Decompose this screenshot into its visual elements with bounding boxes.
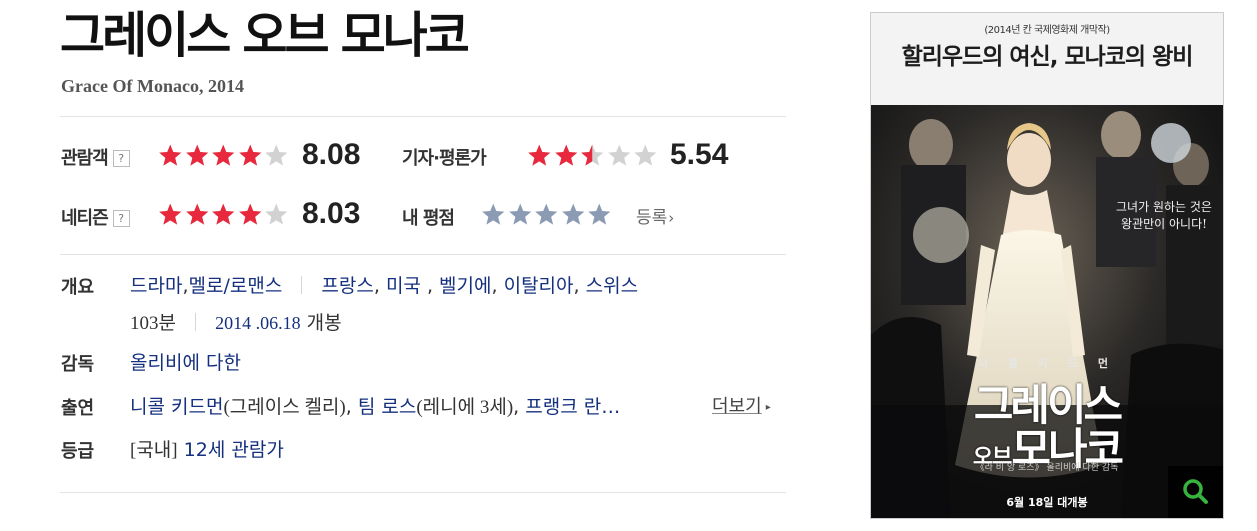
cast-role: (레니에 3세) — [416, 397, 514, 418]
audience-label-text: 관람객 — [61, 148, 109, 169]
separator — [195, 313, 197, 331]
star-icon — [607, 144, 630, 166]
cast-role: (그레이스 켈리) — [223, 397, 346, 418]
star-icon — [212, 203, 235, 225]
poster-quote-line: 왕관만이 아니다! — [1121, 217, 1207, 231]
help-icon[interactable]: ? — [112, 210, 130, 227]
movie-poster[interactable]: (2014년 칸 국제영화제 개막작) 할리우드의 여신, 모나코의 왕비 그녀… — [870, 12, 1224, 519]
genre-link[interactable]: 드라마 — [130, 275, 182, 297]
chevron-right-icon: › — [668, 209, 675, 227]
movie-title: 그레이스 오브 모나코 — [60, 7, 470, 64]
star-icon[interactable] — [507, 202, 534, 226]
grade-row: [국내] 12세 관람가 — [130, 435, 284, 462]
poster-tagline: 할리우드의 여신, 모나코의 왕비 — [901, 44, 1194, 70]
star-icon — [554, 144, 577, 166]
poster-top-note: (2014년 칸 국제영화제 개막작) — [984, 25, 1110, 36]
country-link[interactable]: 벨기에 — [439, 275, 491, 297]
cast-label: 출연 — [61, 398, 95, 419]
star-icon — [212, 144, 235, 166]
movie-subtitle: Grace Of Monaco, 2014 — [61, 76, 244, 96]
audience-rating-label: 관람객? — [61, 144, 130, 170]
star-icon — [185, 144, 208, 166]
poster-quote-line: 그녀가 원하는 것은 — [1116, 200, 1212, 214]
overview-runtime-release: 103분 2014 .06.18 개봉 — [130, 308, 342, 335]
star-icon — [185, 203, 208, 225]
critics-score: 5.54 — [670, 138, 729, 171]
divider — [60, 254, 786, 255]
genre-link[interactable]: 멜로/로맨스 — [189, 275, 283, 297]
cast-member-link[interactable]: 프랭크 란… — [525, 396, 620, 418]
star-icon[interactable] — [480, 202, 507, 226]
more-label: 더보기 — [712, 396, 762, 417]
my-rating-label: 내 평점 — [402, 208, 455, 229]
netizen-score: 8.03 — [302, 197, 361, 230]
audience-score: 8.08 — [302, 138, 361, 171]
poster-quote: 그녀가 원하는 것은 왕관만이 아니다! — [1109, 199, 1219, 233]
country-link[interactable]: 미국 — [386, 275, 421, 297]
release-suffix: 개봉 — [306, 312, 342, 334]
critics-rating-label: 기자·평론가 — [402, 148, 487, 169]
cast-row: 니콜 키드먼(그레이스 켈리), 팀 로스(레니에 3세), 프랭크 란… — [130, 396, 621, 418]
separator — [301, 276, 303, 294]
country-link[interactable]: 프랑스 — [321, 275, 373, 297]
star-icon[interactable] — [586, 202, 613, 226]
cast-member-link[interactable]: 니콜 키드먼 — [130, 396, 223, 418]
critics-stars — [526, 143, 659, 167]
runtime: 103분 — [130, 313, 176, 334]
register-label: 등록 — [636, 208, 668, 228]
director-link[interactable]: 올리비에 다한 — [130, 352, 241, 374]
more-cast-button[interactable]: 더보기 ▸ — [712, 392, 771, 418]
divider — [60, 116, 786, 117]
overview-label: 개요 — [61, 277, 95, 298]
country-link[interactable]: 스위스 — [586, 275, 638, 297]
grade-region: [국내] — [130, 440, 178, 461]
director-row: 올리비에 다한 — [130, 348, 241, 375]
star-icon — [238, 203, 261, 225]
netizen-label-text: 네티즌 — [61, 208, 109, 229]
star-icon — [581, 144, 604, 166]
divider — [60, 492, 786, 493]
star-icon — [159, 203, 182, 225]
register-rating-link[interactable]: 등록› — [636, 203, 674, 228]
star-icon — [159, 144, 182, 166]
poster-zoom-button[interactable] — [1168, 466, 1223, 518]
country-link[interactable]: 이탈리아 — [504, 275, 574, 297]
audience-stars — [157, 143, 290, 167]
star-icon — [634, 144, 657, 166]
overview-genres-countries: 드라마,멜로/로맨스 프랑스, 미국 , 벨기에, 이탈리아, 스위스 — [130, 275, 639, 297]
help-icon[interactable]: ? — [112, 150, 130, 167]
star-icon — [265, 203, 288, 225]
my-rating-stars[interactable] — [480, 202, 613, 226]
search-icon — [1183, 479, 1208, 504]
poster-actor: 니 콜 키 드 먼 — [978, 357, 1116, 370]
grade-label: 등급 — [61, 441, 95, 462]
netizen-stars — [157, 202, 290, 226]
grade-link[interactable]: 12세 관람가 — [184, 439, 284, 461]
star-icon[interactable] — [560, 202, 587, 226]
netizen-rating-label: 네티즌? — [61, 204, 130, 230]
star-icon — [528, 144, 551, 166]
release-date-link[interactable]: 2014 .06.18 — [215, 313, 301, 333]
director-label: 감독 — [61, 354, 95, 375]
star-icon — [265, 144, 288, 166]
star-icon — [238, 144, 261, 166]
caret-right-icon: ▸ — [765, 402, 771, 413]
cast-member-link[interactable]: 팀 로스 — [358, 396, 416, 418]
star-icon[interactable] — [533, 202, 560, 226]
